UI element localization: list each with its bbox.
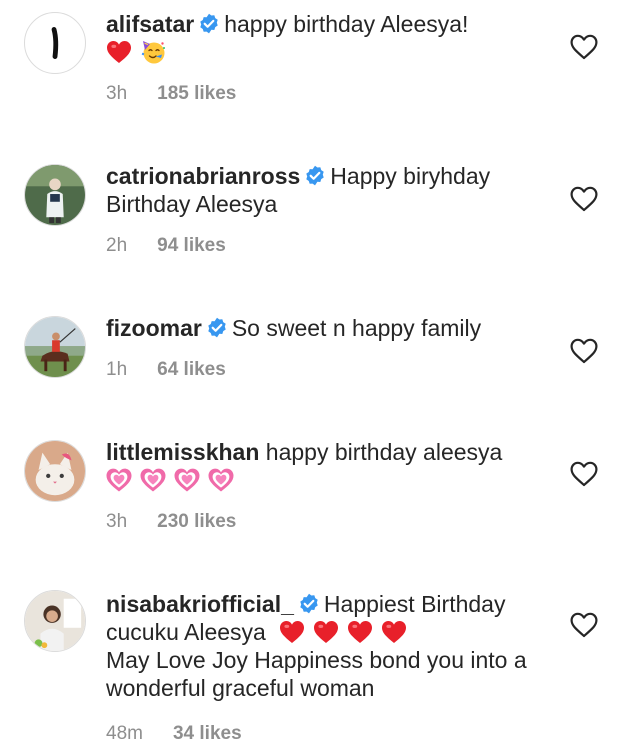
growing-heart-emoji-icon xyxy=(208,467,234,493)
comment-username[interactable]: alifsatar xyxy=(106,11,194,37)
avatar-fizoomar[interactable] xyxy=(24,316,86,378)
comment-body: catrionabrianross Happy biryhday Birthday… xyxy=(106,162,536,260)
comment-text: May Love Joy Happiness bond you into a w… xyxy=(106,647,527,701)
avatar-photo xyxy=(25,317,85,377)
avatar-photo xyxy=(25,591,85,651)
comment-likes-count[interactable]: 185 likes xyxy=(157,83,236,104)
comment-likes-count[interactable]: 230 likes xyxy=(157,511,236,532)
comment-text: So sweet n happy family xyxy=(231,315,482,341)
comment-meta: 48m 34 likes xyxy=(106,720,536,748)
verified-badge-icon xyxy=(298,593,320,615)
comment-body: nisabakriofficial_ Happiest Birthday cucu… xyxy=(106,590,536,748)
comment-time: 2h xyxy=(106,235,128,256)
comment-likes-count[interactable]: 34 likes xyxy=(173,723,242,744)
comment-body: littlemisskhan happy birthday aleesya 3h… xyxy=(106,438,536,536)
avatar-nisabakriofficial[interactable] xyxy=(24,590,86,652)
comment-username[interactable]: catrionabrianross xyxy=(106,163,300,189)
growing-heart-emoji-icon xyxy=(174,467,200,493)
growing-heart-emoji-icon xyxy=(106,467,132,493)
red-heart-emoji-icon xyxy=(347,619,373,645)
avatar-alifsatar[interactable] xyxy=(24,12,86,74)
comment-username[interactable]: nisabakriofficial_ xyxy=(106,591,294,617)
red-heart-emoji-icon xyxy=(381,619,407,645)
avatar-catrionabrianross[interactable] xyxy=(24,164,86,226)
comment-text: happy birthday aleesya xyxy=(265,439,503,465)
red-heart-emoji-icon xyxy=(279,619,305,645)
avatar-littlemisskhan[interactable] xyxy=(24,440,86,502)
verified-badge-icon xyxy=(206,317,228,339)
red-heart-emoji-icon xyxy=(106,39,132,65)
partying-face-emoji-icon xyxy=(140,39,166,65)
comment-body: fizoomar So sweet n happy family 1h 64 lik… xyxy=(106,314,536,384)
comment-likes-count[interactable]: 64 likes xyxy=(157,359,226,380)
comment-meta: 1h 64 likes xyxy=(106,356,536,384)
verified-badge-icon xyxy=(304,165,326,187)
like-heart-icon[interactable] xyxy=(570,186,598,212)
red-heart-emoji-icon xyxy=(313,619,339,645)
verified-badge-icon xyxy=(198,13,220,35)
growing-heart-emoji-icon xyxy=(140,467,166,493)
comment-username[interactable]: fizoomar xyxy=(106,315,202,341)
comment-time: 3h xyxy=(106,511,128,532)
comment-meta: 3h 185 likes xyxy=(106,80,536,108)
like-heart-icon[interactable] xyxy=(570,34,598,60)
comment-time: 1h xyxy=(106,359,128,380)
like-heart-icon[interactable] xyxy=(570,338,598,364)
comment-meta: 3h 230 likes xyxy=(106,508,536,536)
like-heart-icon[interactable] xyxy=(570,612,598,638)
avatar-photo xyxy=(25,165,85,225)
comment-time: 48m xyxy=(106,723,143,744)
comment-username[interactable]: littlemisskhan xyxy=(106,439,259,465)
comment-likes-count[interactable]: 94 likes xyxy=(157,235,226,256)
comment-time: 3h xyxy=(106,83,128,104)
comment-text: happy birthday Aleesya! xyxy=(224,11,469,37)
like-heart-icon[interactable] xyxy=(570,461,598,487)
avatar-photo xyxy=(25,441,85,501)
comment-meta: 2h 94 likes xyxy=(106,232,536,260)
alif-logo-icon xyxy=(51,27,59,59)
comment-body: alifsatar happy birthday Aleesya! 3h 185 l… xyxy=(106,10,536,108)
